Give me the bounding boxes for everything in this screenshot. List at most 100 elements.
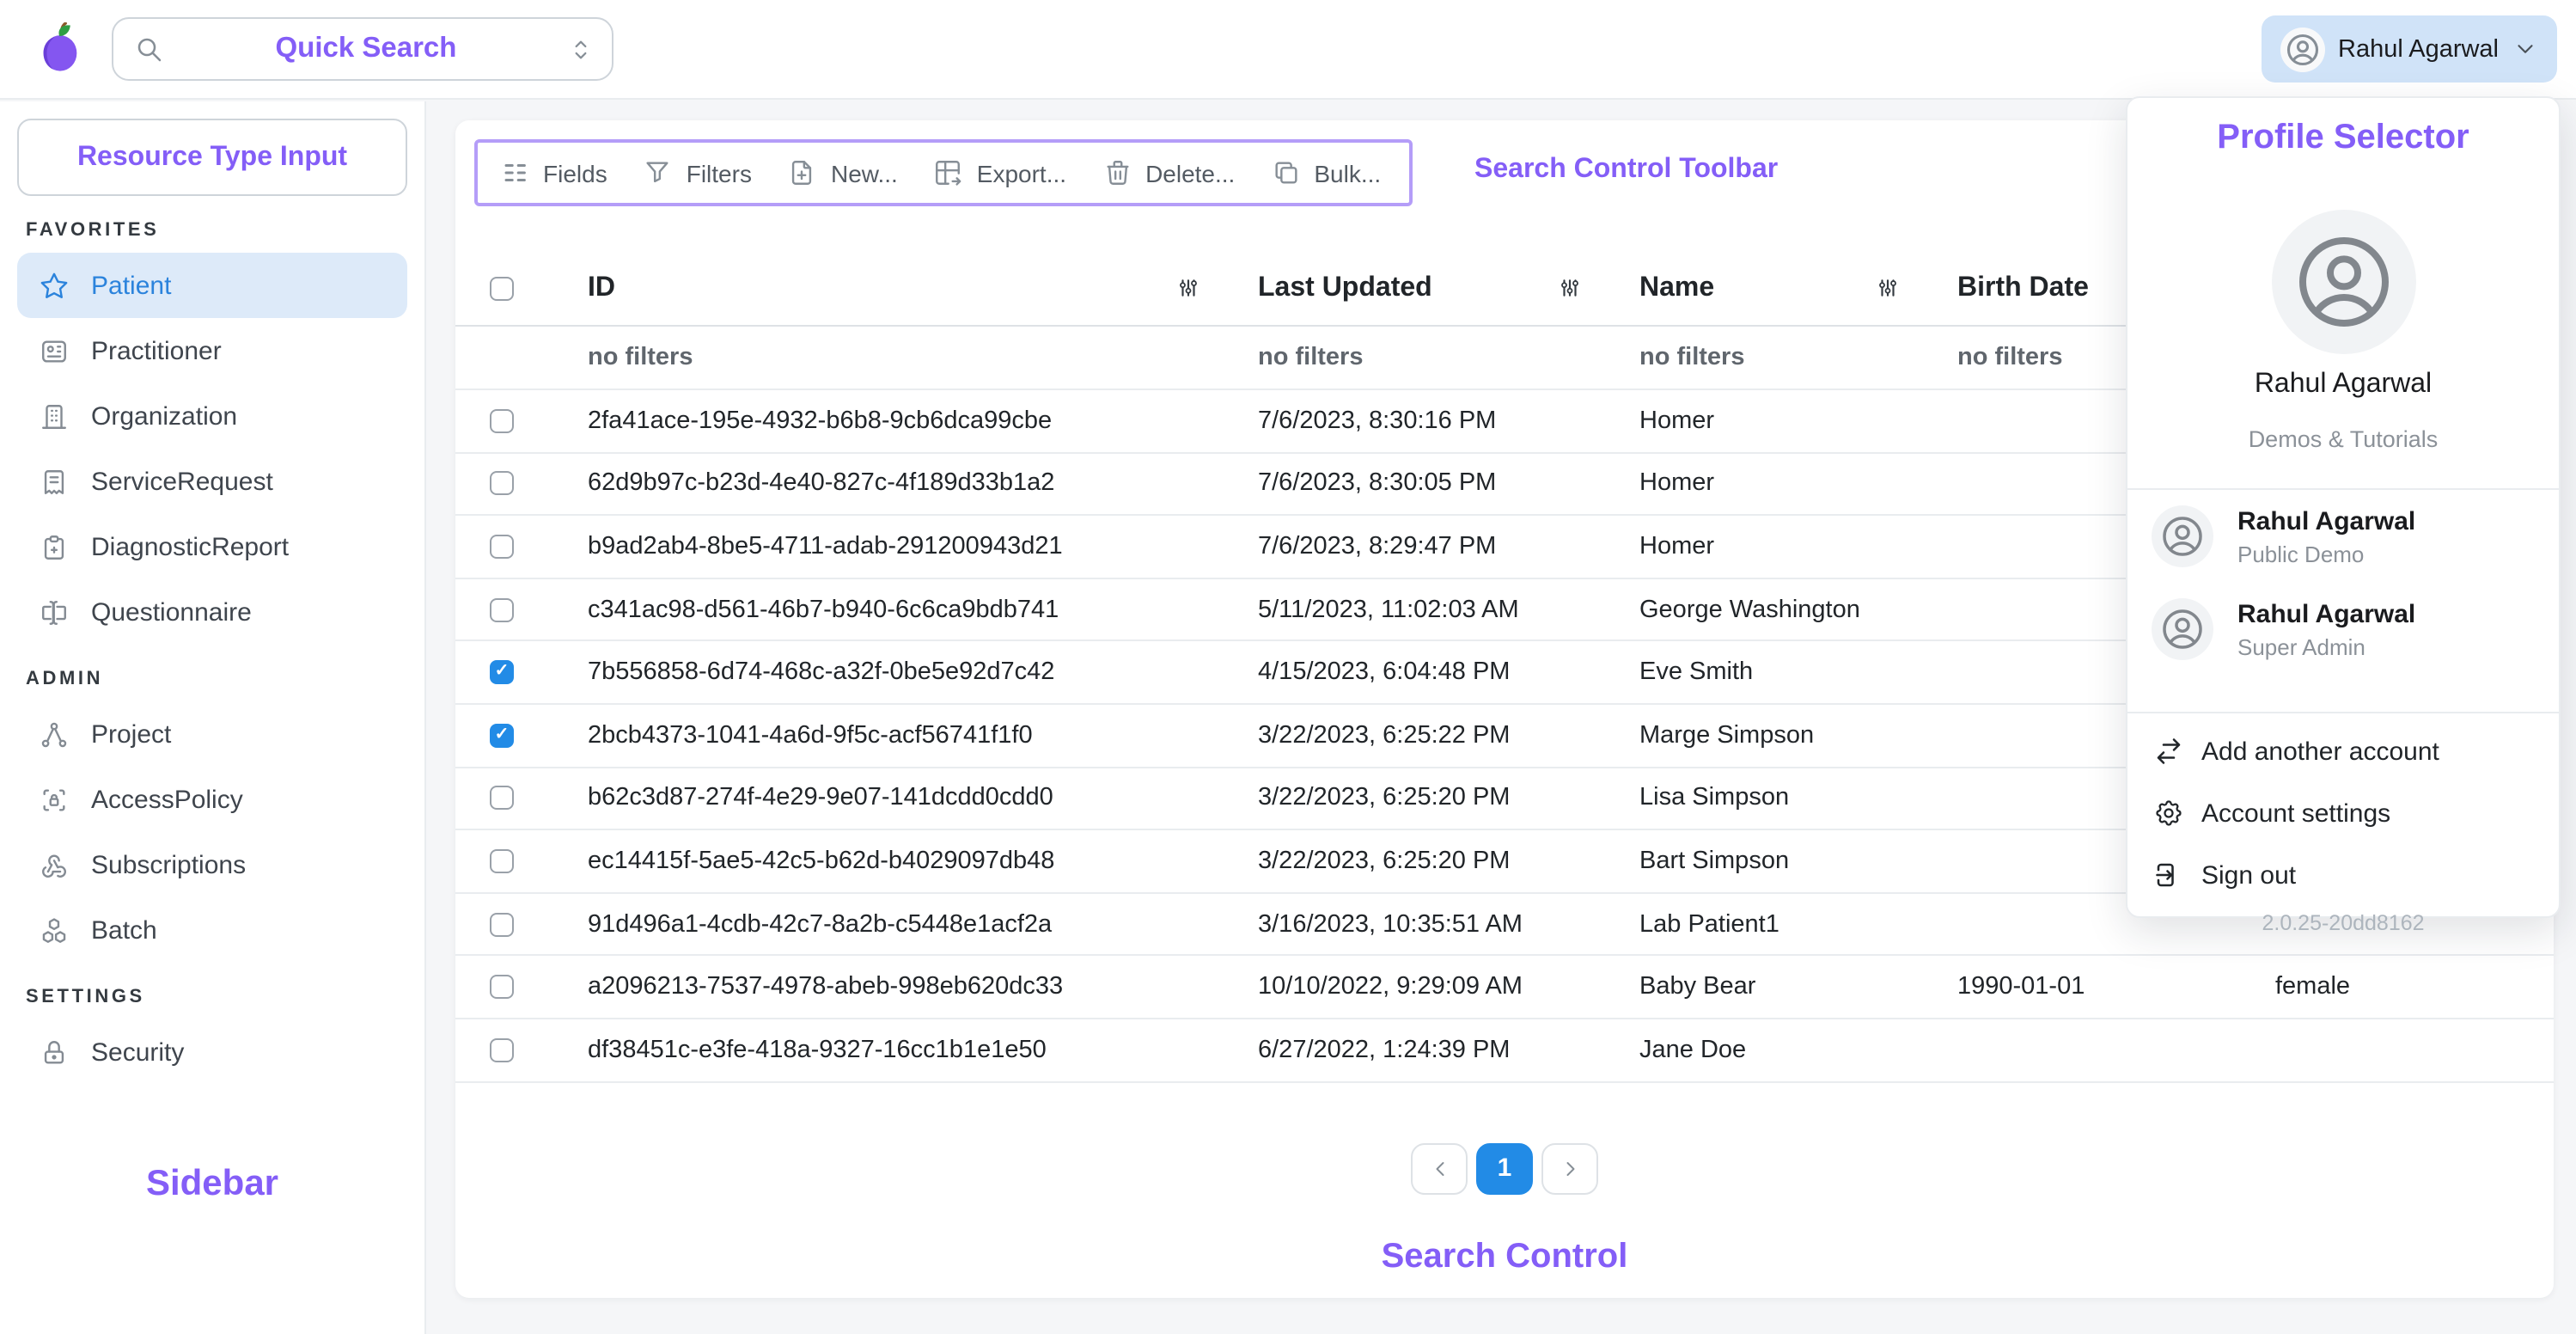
sidebar-item-label: Questionnaire [91,597,252,627]
previous-page-button[interactable] [1411,1142,1468,1195]
app-version: 2.0.25-20dd8162 [2262,911,2425,935]
cell-id: 7b556858-6d74-468c-a32f-0be5e92d7c42 [588,658,1055,687]
resource-type-input[interactable]: Resource Type Input [17,119,407,196]
building-icon [42,404,66,428]
row-checkbox[interactable] [490,408,514,433]
cell-gender: female [2275,973,2351,1001]
sidebar-item-servicerequest[interactable]: ServiceRequest [17,449,407,514]
export-button[interactable]: Export... [934,158,1066,187]
user-avatar-icon [2152,598,2213,660]
adjustments-icon[interactable] [1877,277,1899,299]
switch-arrows-icon [2157,738,2181,764]
new-label: New... [830,159,898,187]
profile-button[interactable]: Rahul Agarwal [2261,15,2557,83]
cell-birth-date: 1990-01-01 [1957,973,2085,1001]
selector-icon [575,40,587,58]
filter-icon [647,162,669,183]
sidebar-item-project[interactable]: Project [17,701,407,767]
row-checkbox[interactable] [490,786,514,811]
row-checkbox[interactable] [490,660,514,685]
current-user-name: Rahul Agarwal [2254,370,2433,399]
adjustments-icon[interactable] [1559,277,1581,299]
account-settings-item[interactable]: Account settings [2127,782,2559,844]
page-1-button[interactable]: 1 [1476,1142,1533,1195]
sidebar-item-accesspolicy[interactable]: AccessPolicy [17,767,407,832]
cubes-icon [42,917,66,942]
search-control-toolbar: Fields Filters New... Export... Delete..… [474,139,1413,206]
gear-icon [2156,800,2182,826]
app-root: Quick Search Rahul Agarwal Resource Type… [0,0,2576,1334]
sidebar-item-label: Batch [91,915,157,945]
add-another-account-item[interactable]: Add another account [2127,720,2559,782]
row-checkbox[interactable] [490,1037,514,1062]
cell-id: b9ad2ab4-8be5-4711-adab-291200943d21 [588,532,1063,560]
delete-button[interactable]: Delete... [1102,158,1235,187]
topbar: Quick Search Rahul Agarwal [0,0,2576,100]
account-item-super-admin[interactable]: Rahul Agarwal Super Admin [2127,583,2559,676]
sidebar-item-batch[interactable]: Batch [17,897,407,963]
cell-name: Jane Doe [1639,1036,1747,1064]
sidebar-item-questionnaire[interactable]: Questionnaire [17,579,407,645]
new-button[interactable]: New... [788,158,898,187]
file-plus-icon [792,161,813,185]
chevron-down-icon [2518,45,2533,53]
filter-summary-id: no filters [588,344,693,371]
cell-id: 62d9b97c-b23d-4e40-827c-4f189d33b1a2 [588,469,1055,498]
filters-button[interactable]: Filters [644,158,752,187]
row-checkbox[interactable] [490,471,514,496]
search-control-annotation: Search Control [1381,1237,1628,1276]
lock-icon [44,1040,64,1063]
cell-name: Baby Bear [1639,973,1756,1001]
row-checkbox[interactable] [490,723,514,748]
medplum-logo-icon[interactable] [33,22,86,76]
sidebar: Resource Type Input FAVORITES Patient Pr… [0,101,426,1334]
toolbar-annotation: Search Control Toolbar [1474,155,1779,184]
fields-button[interactable]: Fields [500,158,607,187]
cell-name: Lisa Simpson [1639,784,1790,812]
filter-summary-name: no filters [1639,344,1745,371]
chevron-left-icon [1435,1161,1444,1176]
column-header-id: ID [588,272,615,302]
menu-item-label: Add another account [2201,737,2439,766]
column-header-last-updated: Last Updated [1258,272,1432,302]
sidebar-section-settings: SETTINGS [26,987,145,1007]
table-row[interactable]: df38451c-e3fe-418a-9327-16cc1b1e1e50 6/2… [455,1019,2554,1083]
sidebar-item-security[interactable]: Security [17,1019,407,1085]
bulk-button[interactable]: Bulk... [1271,158,1381,187]
sign-out-item[interactable]: Sign out [2127,844,2559,906]
account-item-public-demo[interactable]: Rahul Agarwal Public Demo [2127,490,2559,583]
adjustments-icon[interactable] [1177,277,1199,299]
row-checkbox[interactable] [490,912,514,937]
cell-last-updated: 5/11/2023, 11:02:03 AM [1258,596,1519,624]
sidebar-item-organization[interactable]: Organization [17,383,407,449]
user-avatar-icon [2152,505,2213,567]
select-all-checkbox[interactable] [490,276,514,300]
quick-search-input[interactable]: Quick Search [112,17,613,81]
sidebar-annotation: Sidebar [145,1164,279,1203]
row-checkbox[interactable] [490,975,514,1000]
row-checkbox[interactable] [490,597,514,622]
row-checkbox[interactable] [490,534,514,559]
row-checkbox[interactable] [490,848,514,873]
sidebar-item-label: ServiceRequest [91,467,273,496]
filter-summary-last-updated: no filters [1258,344,1364,371]
sidebar-item-diagnosticreport[interactable]: DiagnosticReport [17,514,407,579]
cell-name: Homer [1639,407,1715,435]
forms-icon [42,600,66,624]
trash-icon [1106,161,1128,185]
cell-id: 91d496a1-4cdb-42c7-8a2b-c5448e1acf2a [588,910,1053,939]
user-avatar-icon [2271,210,2415,354]
sidebar-item-patient[interactable]: Patient [17,253,407,318]
profile-selector-annotation: Profile Selector [2217,119,2469,156]
table-row[interactable]: a2096213-7537-4978-abeb-998eb620dc33 10/… [455,957,2554,1019]
cell-id: c341ac98-d561-46b7-b940-6c6ca9bdb741 [588,596,1059,624]
sidebar-item-subscriptions[interactable]: Subscriptions [17,832,407,897]
cell-name: Homer [1639,532,1715,560]
next-page-button[interactable] [1541,1142,1598,1195]
table-export-icon [936,161,962,186]
chevron-right-icon [1566,1161,1574,1176]
cell-last-updated: 6/27/2022, 1:24:39 PM [1258,1036,1511,1064]
column-header-birth-date: Birth Date [1957,272,2089,302]
sidebar-item-practitioner[interactable]: Practitioner [17,318,407,383]
logout-icon [2156,863,2174,887]
